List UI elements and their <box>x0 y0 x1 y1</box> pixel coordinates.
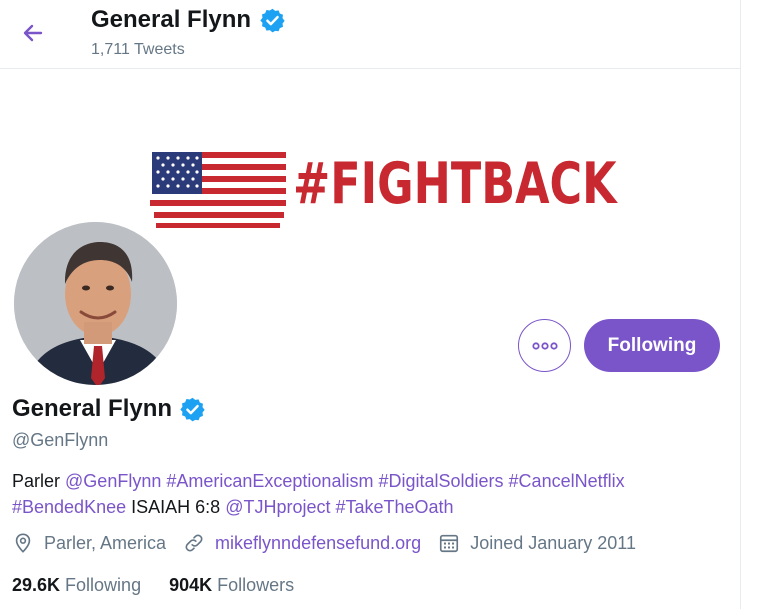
location-pin-icon <box>15 533 31 553</box>
website-item: mikeflynndefensefund.org <box>183 532 421 554</box>
bio-hashtag-link[interactable]: #DigitalSoldiers <box>378 471 503 491</box>
following-count-label: Following <box>65 575 142 595</box>
joined-text: Joined January 2011 <box>470 532 636 553</box>
joined-item: Joined January 2011 <box>438 532 636 554</box>
following-button[interactable]: Following <box>584 319 720 372</box>
verified-badge-icon <box>260 8 285 32</box>
header-name: General Flynn <box>91 6 252 33</box>
more-options-button[interactable] <box>518 319 571 372</box>
tweet-count: 1,711 Tweets <box>91 41 185 58</box>
back-arrow-icon <box>23 24 43 42</box>
profile-bio: Parler @GenFlynn #AmericanExceptionalism… <box>12 468 732 520</box>
american-flag-icon <box>150 152 286 228</box>
bio-hashtag-link[interactable]: #TakeTheOath <box>336 497 454 517</box>
more-options-icon <box>531 341 558 350</box>
bio-hashtag-link[interactable]: #AmericanExceptionalism <box>166 471 373 491</box>
main-column: General Flynn 1,711 Tweets #FIGHTBACK Fo… <box>0 0 741 609</box>
avatar-portrait <box>14 222 177 385</box>
profile-meta: Parler, America mikeflynndefensefund.org <box>12 532 653 554</box>
verified-badge-icon <box>180 397 205 421</box>
bio-mention-link[interactable]: @TJHproject <box>225 497 330 517</box>
profile-stats: 29.6K Following 904K Followers <box>12 575 322 596</box>
calendar-icon <box>440 534 459 553</box>
followers-count-link[interactable]: 904K Followers <box>169 575 294 596</box>
profile-page: General Flynn 1,711 Tweets #FIGHTBACK Fo… <box>0 0 774 609</box>
banner-hashtag-text: #FIGHTBACK <box>293 151 617 217</box>
following-count-link[interactable]: 29.6K Following <box>12 575 141 596</box>
followers-count: 904K <box>169 575 213 595</box>
profile-header: General Flynn 1,711 Tweets <box>0 0 740 69</box>
followers-count-label: Followers <box>217 575 295 595</box>
bio-hashtag-link[interactable]: #CancelNetflix <box>509 471 625 491</box>
back-button[interactable] <box>16 16 50 50</box>
link-icon <box>185 534 203 552</box>
profile-name: General Flynn <box>12 395 206 423</box>
header-title: General Flynn <box>91 6 286 34</box>
bio-mention-link[interactable]: @GenFlynn <box>65 471 161 491</box>
bio-hashtag-link[interactable]: #BendedKnee <box>12 497 126 517</box>
following-count: 29.6K <box>12 575 61 595</box>
location-text: Parler, America <box>44 532 167 553</box>
profile-handle: @GenFlynn <box>12 430 109 450</box>
location-item: Parler, America <box>12 532 166 554</box>
bio-text: Parler <box>12 471 61 491</box>
profile-display-name: General Flynn <box>12 395 173 422</box>
website-link[interactable]: mikeflynndefensefund.org <box>215 533 421 554</box>
profile-avatar[interactable] <box>11 219 180 388</box>
bio-text: ISAIAH 6:8 <box>131 497 221 517</box>
